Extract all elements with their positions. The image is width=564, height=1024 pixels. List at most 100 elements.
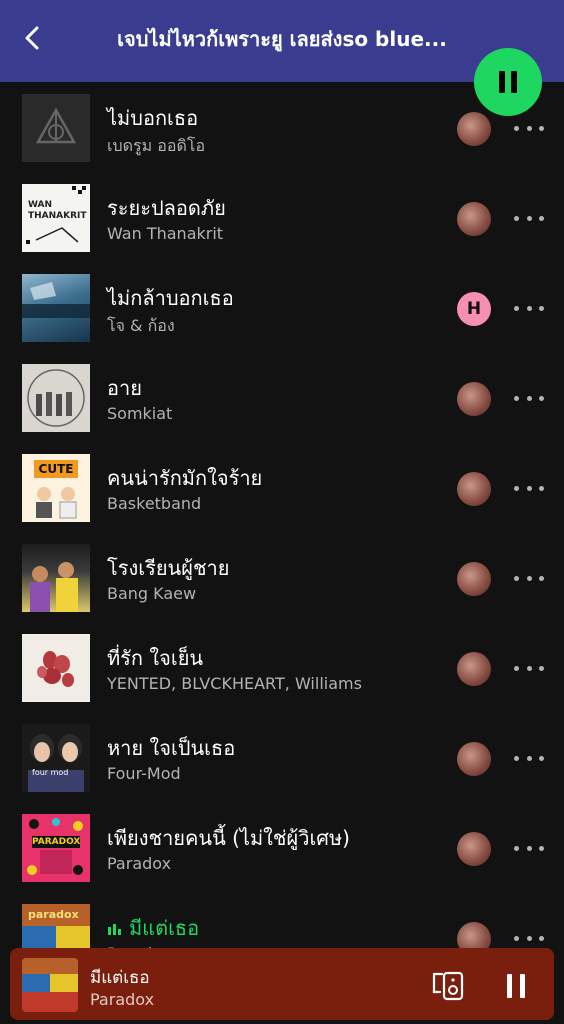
- added-by-avatar[interactable]: H: [457, 292, 491, 326]
- dot-icon: [514, 845, 519, 851]
- track-artist: Paradox: [107, 854, 172, 873]
- mini-player-cover: [22, 958, 78, 1012]
- track-title: ระยะปลอดภัย: [107, 196, 226, 220]
- dot-icon: [539, 755, 544, 761]
- track-row[interactable]: PARADOX เพียงชายคนนี้ (ไม่ใช่ผู้วิเศษ) P…: [0, 802, 564, 892]
- added-by-avatar[interactable]: [457, 202, 491, 236]
- dot-icon: [539, 125, 544, 131]
- album-cover: [22, 544, 90, 612]
- dot-icon: [539, 935, 544, 941]
- track-title: เพียงชายคนนี้ (ไม่ใช่ผู้วิเศษ): [107, 826, 350, 850]
- more-options-button[interactable]: [514, 118, 544, 138]
- track-title: ไม่บอกเธอ: [107, 106, 199, 130]
- dot-icon: [514, 305, 519, 311]
- added-by-avatar[interactable]: [457, 562, 491, 596]
- mini-player-pause-button[interactable]: [500, 970, 532, 1002]
- track-artist: Somkiat: [107, 404, 173, 423]
- equalizer-icon: [108, 924, 121, 935]
- track-title: โรงเรียนผู้ชาย: [107, 556, 230, 580]
- pause-icon: [507, 974, 525, 998]
- album-cover: [22, 274, 90, 342]
- pause-playlist-button[interactable]: [474, 48, 542, 116]
- chevron-left-icon: [25, 26, 39, 50]
- track-title: หาย ใจเป็นเธอ: [107, 736, 236, 760]
- more-options-button[interactable]: [514, 208, 544, 228]
- dot-icon: [539, 305, 544, 311]
- dot-icon: [526, 665, 532, 671]
- dot-icon: [526, 215, 532, 221]
- more-options-button[interactable]: [514, 748, 544, 768]
- dot-icon: [526, 125, 532, 131]
- dot-icon: [514, 575, 519, 581]
- pause-icon: [499, 71, 517, 93]
- added-by-avatar[interactable]: [457, 832, 491, 866]
- track-row[interactable]: CUTE คนน่ารักมักใจร้าย Basketband: [0, 442, 564, 532]
- track-title-text: มีแต่เธอ: [129, 916, 200, 940]
- track-artist: Four-Mod: [107, 764, 181, 783]
- added-by-avatar[interactable]: [457, 112, 491, 146]
- track-row[interactable]: ที่รัก ใจเย็น YENTED, BLVCKHEART, Willia…: [0, 622, 564, 712]
- cover-text: paradox: [28, 908, 79, 921]
- mini-player-title: มีแต่เธอ: [90, 968, 150, 988]
- dot-icon: [514, 935, 519, 941]
- track-title: คนน่ารักมักใจร้าย: [107, 466, 263, 490]
- more-options-button[interactable]: [514, 658, 544, 678]
- more-options-button[interactable]: [514, 388, 544, 408]
- track-title: ไม่กล้าบอกเธอ: [107, 286, 234, 310]
- track-artist: เบดรูม ออดิโอ: [107, 136, 206, 155]
- added-by-avatar[interactable]: [457, 652, 491, 686]
- dot-icon: [514, 485, 519, 491]
- dot-icon: [526, 575, 532, 581]
- track-row[interactable]: ไม่กล้าบอกเธอ โจ & ก้อง H: [0, 262, 564, 352]
- dot-icon: [514, 125, 519, 131]
- dot-icon: [526, 935, 532, 941]
- album-cover: PARADOX: [22, 814, 90, 882]
- connect-device-button[interactable]: [430, 970, 466, 1002]
- mini-player-artist: Paradox: [90, 990, 155, 1009]
- cover-text: CUTE: [34, 460, 78, 478]
- dot-icon: [526, 395, 532, 401]
- more-options-button[interactable]: [514, 478, 544, 498]
- dot-icon: [526, 305, 532, 311]
- track-title: มีแต่เธอ: [107, 912, 199, 944]
- added-by-avatar[interactable]: [457, 742, 491, 776]
- album-cover: CUTE: [22, 454, 90, 522]
- dot-icon: [526, 845, 532, 851]
- dot-icon: [514, 755, 519, 761]
- more-options-button[interactable]: [514, 568, 544, 588]
- dot-icon: [514, 665, 519, 671]
- dot-icon: [539, 485, 544, 491]
- album-cover: [22, 94, 90, 162]
- track-row[interactable]: four mod หาย ใจเป็นเธอ Four-Mod: [0, 712, 564, 802]
- album-cover: [22, 364, 90, 432]
- track-artist: YENTED, BLVCKHEART, Williams: [107, 674, 362, 693]
- dot-icon: [539, 575, 544, 581]
- album-cover: [22, 634, 90, 702]
- more-options-button[interactable]: [514, 298, 544, 318]
- track-title: ที่รัก ใจเย็น: [107, 646, 204, 670]
- back-button[interactable]: [14, 20, 50, 56]
- track-artist: Wan Thanakrit: [107, 224, 224, 243]
- track-row[interactable]: อาย Somkiat: [0, 352, 564, 442]
- speaker-device-icon: [432, 971, 464, 1001]
- dot-icon: [539, 665, 544, 671]
- triangle-logo-icon: [35, 107, 77, 144]
- dot-icon: [539, 215, 544, 221]
- track-artist: Basketband: [107, 494, 202, 513]
- dot-icon: [514, 395, 519, 401]
- more-options-button[interactable]: [514, 928, 544, 948]
- dot-icon: [539, 845, 544, 851]
- dot-icon: [514, 215, 519, 221]
- cover-text: PARADOX: [32, 836, 81, 848]
- album-cover: WAN THANAKRIT: [22, 184, 90, 252]
- track-row[interactable]: WAN THANAKRIT ระยะปลอดภัย Wan Thanakrit: [0, 172, 564, 262]
- track-row[interactable]: โรงเรียนผู้ชาย Bang Kaew: [0, 532, 564, 622]
- playlist-title: เจบไม่ไหวก้เพราะยู เลยส่งso blue...: [117, 27, 447, 51]
- dot-icon: [539, 395, 544, 401]
- mini-player[interactable]: มีแต่เธอ Paradox: [10, 948, 554, 1020]
- track-title: อาย: [107, 376, 142, 400]
- added-by-avatar[interactable]: [457, 472, 491, 506]
- added-by-avatar[interactable]: [457, 382, 491, 416]
- track-artist: โจ & ก้อง: [107, 316, 175, 335]
- more-options-button[interactable]: [514, 838, 544, 858]
